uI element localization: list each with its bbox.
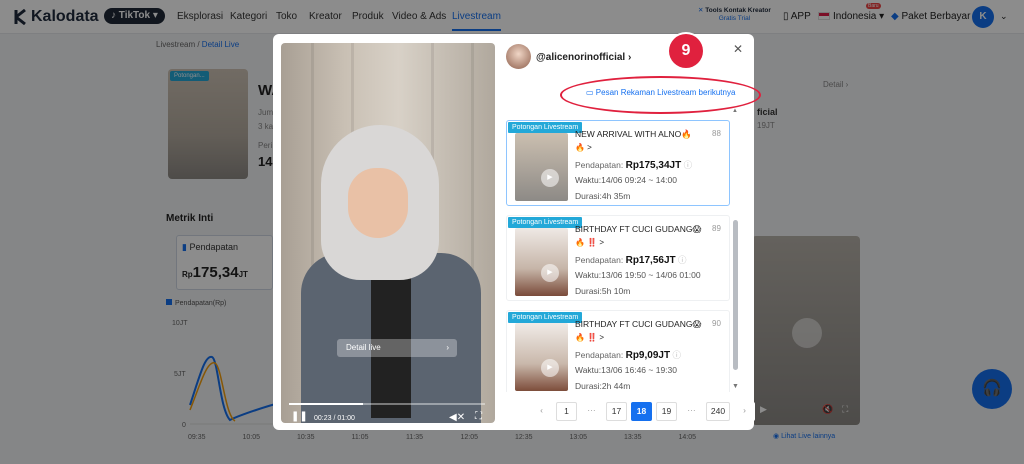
- host-name-text: @alicenorinofficial: [536, 52, 626, 63]
- item-emojis[interactable]: 🔥 ‼️ >: [575, 333, 604, 342]
- item-emojis[interactable]: 🔥 >: [575, 143, 592, 152]
- item-revenue-label: Pendapatan:: [575, 350, 624, 360]
- host-name[interactable]: @alicenorinofficial ›: [536, 52, 631, 63]
- item-revenue-value: Rp175,34JT: [625, 160, 682, 171]
- play-icon[interactable]: ▶: [541, 169, 559, 187]
- page-ellipsis[interactable]: ···: [581, 401, 602, 421]
- item-title[interactable]: BIRTHDAY FT CUCI GUDANG😱: [575, 224, 701, 235]
- video-camera-icon: ▭: [586, 88, 594, 97]
- item-thumbnail[interactable]: ▶: [515, 323, 568, 391]
- item-duration: Durasi:2h 44m: [575, 381, 631, 391]
- annotation-number-badge: 9: [669, 34, 703, 68]
- detail-live-button[interactable]: Detail live ›: [337, 339, 457, 357]
- item-count: 88: [712, 129, 721, 138]
- item-tag: Potongan Livestream: [508, 217, 583, 228]
- video-progress-fill: [289, 403, 364, 405]
- item-time: Waktu:14/06 09:24 ~ 14:00: [575, 175, 677, 185]
- item-emojis[interactable]: 🔥 ‼️ >: [575, 238, 604, 247]
- item-revenue: Pendapatan: Rp9,09JT ⓘ: [575, 349, 681, 361]
- livestream-list: ▶ Potongan Livestream NEW ARRIVAL WITH A…: [506, 120, 736, 392]
- list-item[interactable]: ▶ Potongan Livestream BIRTHDAY FT CUCI G…: [506, 215, 730, 301]
- scroll-up-icon[interactable]: ▲: [732, 108, 738, 114]
- item-duration: Durasi:5h 10m: [575, 286, 631, 296]
- item-tag: Potongan Livestream: [508, 122, 583, 133]
- info-icon: ⓘ: [678, 255, 687, 265]
- play-icon[interactable]: ▶: [541, 359, 559, 377]
- close-icon[interactable]: ✕: [733, 42, 743, 56]
- play-icon[interactable]: ▶: [541, 264, 559, 282]
- chevron-right-icon: ›: [628, 52, 632, 63]
- item-time: Waktu:13/06 16:46 ~ 19:30: [575, 365, 677, 375]
- item-revenue-label: Pendapatan:: [575, 255, 624, 265]
- record-next-link[interactable]: ▭ Pesan Rekaman Livestream berikutnya: [586, 88, 735, 97]
- video-person-face: [348, 168, 408, 238]
- item-count: 90: [712, 319, 721, 328]
- page-19[interactable]: 19: [656, 401, 677, 421]
- pause-icon[interactable]: ❚❚: [291, 411, 308, 422]
- page-1[interactable]: 1: [556, 401, 577, 421]
- host-avatar[interactable]: [506, 44, 531, 69]
- info-icon: ⓘ: [683, 160, 693, 170]
- page-17[interactable]: 17: [606, 401, 627, 421]
- video-time: 00:23 / 01:00: [314, 415, 355, 422]
- item-thumbnail[interactable]: ▶: [515, 228, 568, 296]
- item-count: 89: [712, 224, 721, 233]
- video-progress-bar[interactable]: [289, 403, 485, 405]
- item-title[interactable]: BIRTHDAY FT CUCI GUDANG😱: [575, 319, 701, 330]
- item-thumbnail[interactable]: ▶: [515, 133, 568, 201]
- chevron-right-icon: ›: [446, 343, 449, 352]
- item-revenue: Pendapatan: Rp175,34JT ⓘ: [575, 159, 692, 171]
- detail-live-label: Detail live: [346, 343, 381, 352]
- list-item[interactable]: ▶ Potongan Livestream NEW ARRIVAL WITH A…: [506, 120, 730, 206]
- fullscreen-icon[interactable]: ⛶: [475, 411, 482, 422]
- livestream-clip-modal: Detail live › ❚❚ 00:23 / 01:00 ◀✕ ⛶ @alic…: [273, 34, 761, 430]
- page-ellipsis[interactable]: ···: [681, 401, 702, 421]
- pagination: ‹ 1 ··· 17 18 19 ··· 240 ›: [531, 401, 759, 421]
- page-240[interactable]: 240: [706, 401, 730, 421]
- item-duration: Durasi:4h 35m: [575, 191, 631, 201]
- info-icon: ⓘ: [672, 350, 681, 360]
- item-revenue-label: Pendapatan:: [575, 160, 624, 170]
- item-revenue: Pendapatan: Rp17,56JT ⓘ: [575, 254, 687, 266]
- next-page-icon[interactable]: ›: [734, 401, 755, 421]
- prev-page-icon[interactable]: ‹: [531, 401, 552, 421]
- item-time: Waktu:13/06 19:50 ~ 14/06 01:00: [575, 270, 701, 280]
- item-revenue-value: Rp17,56JT: [625, 255, 676, 266]
- list-item[interactable]: ▶ Potongan Livestream BIRTHDAY FT CUCI G…: [506, 310, 730, 392]
- mute-icon[interactable]: ◀✕: [449, 412, 465, 423]
- page-18[interactable]: 18: [631, 401, 652, 421]
- item-revenue-value: Rp9,09JT: [625, 350, 671, 361]
- video-player[interactable]: Detail live › ❚❚ 00:23 / 01:00 ◀✕ ⛶: [281, 43, 495, 423]
- item-tag: Potongan Livestream: [508, 312, 583, 323]
- item-title[interactable]: NEW ARRIVAL WITH ALNO🔥: [575, 129, 692, 140]
- record-next-label: Pesan Rekaman Livestream berikutnya: [595, 88, 736, 97]
